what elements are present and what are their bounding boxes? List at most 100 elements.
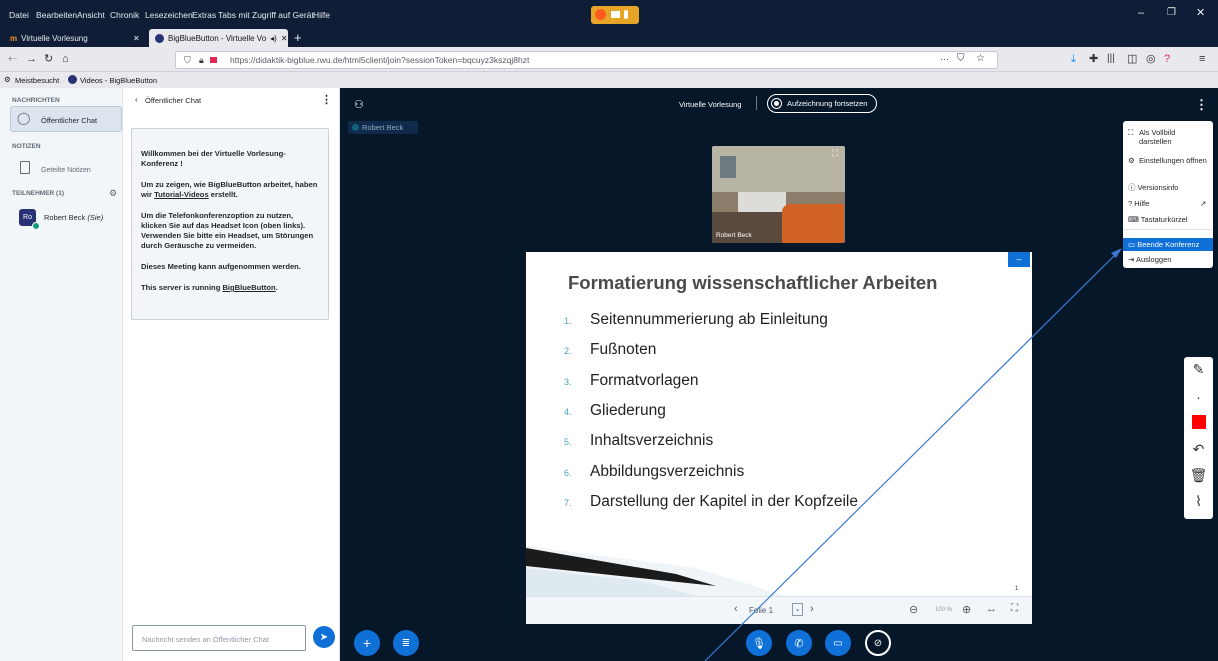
microphone-button[interactable]: 🎙︎ xyxy=(746,630,772,656)
recording-button[interactable]: Aufzeichnung fortsetzen xyxy=(767,94,877,113)
minimize-icon[interactable]: – xyxy=(1138,7,1144,19)
hamburger-menu-icon[interactable]: ≡ xyxy=(1199,52,1205,66)
account-icon[interactable]: ◎ xyxy=(1146,52,1156,66)
back-icon[interactable]: ⇠ xyxy=(8,52,17,66)
chat-title[interactable]: Öffentlicher Chat xyxy=(145,96,201,105)
bookmark-videos[interactable]: Videos - BigBlueButton xyxy=(80,76,157,85)
restore-icon[interactable]: ❐ xyxy=(1167,7,1176,18)
user-item[interactable]: Ro Robert Beck (Sie) xyxy=(10,206,122,234)
end-meeting-menu-item[interactable]: ▭ Beende Konferenz xyxy=(1123,238,1213,251)
minimize-presentation-button[interactable]: – xyxy=(1008,252,1030,267)
forward-icon[interactable]: → xyxy=(26,52,37,66)
logout-menu-item[interactable]: ⇥ Ausloggen xyxy=(1123,255,1213,264)
actions-button[interactable]: + xyxy=(354,630,380,656)
participants-settings-gear-icon[interactable]: ⚙ xyxy=(109,188,117,199)
download-icon[interactable]: ⤓ xyxy=(1071,52,1076,66)
chat-message-input[interactable]: Nachricht senden an Öffentlicher Chat xyxy=(132,625,306,651)
tab-close-icon[interactable]: ✕ xyxy=(133,34,140,43)
pocket-icon[interactable]: ⛉ xyxy=(957,53,965,64)
screen-share-button[interactable]: ⊘ xyxy=(865,630,891,656)
chevron-left-icon[interactable]: ‹ xyxy=(135,95,138,104)
shared-notes-item[interactable]: Geteilte Notizen xyxy=(10,160,122,182)
menu-datei[interactable]: Datei xyxy=(9,10,29,20)
slide-decoration xyxy=(526,546,786,596)
presentation-slide[interactable]: Formatierung wissenschaftlicher Arbeiten… xyxy=(526,252,1032,596)
list-icon: ≣ xyxy=(401,637,411,649)
talking-indicator[interactable]: Robert Beck xyxy=(348,121,418,134)
menu-hilfe[interactable]: Hilfe xyxy=(313,10,330,20)
chat-icon: ◯ xyxy=(17,111,31,125)
messages-header: NACHRICHTEN xyxy=(12,97,60,104)
menu-tabs-access[interactable]: Tabs mit Zugriff auf Gerät xyxy=(218,10,314,20)
public-chat-item[interactable]: ◯ Öffentlicher Chat xyxy=(10,106,122,132)
menu-extras[interactable]: Extras xyxy=(192,10,216,20)
welcome-text: Willkommen bei der xyxy=(141,149,215,158)
slide-item-5: 5. Inhaltsverzeichnis xyxy=(564,432,713,450)
sidebar-icon[interactable]: ◫ xyxy=(1127,52,1137,66)
speaker-icon[interactable]: ◂) xyxy=(270,34,277,43)
webcam-button[interactable]: ▭ xyxy=(825,630,851,656)
slide-selector[interactable]: Folie 1 xyxy=(749,606,773,615)
close-window-icon[interactable]: ✕ xyxy=(1196,6,1205,19)
new-tab-icon[interactable]: + xyxy=(294,30,302,45)
end-meeting-icon: ▭ xyxy=(1128,240,1136,249)
pencil-icon[interactable]: ✎ xyxy=(1184,361,1213,378)
participants-header: TEILNEHMER (1) xyxy=(12,190,64,197)
webcam-video[interactable]: ⛶ Robert Beck xyxy=(712,146,845,243)
addon-help-icon[interactable]: ? xyxy=(1164,52,1170,66)
menu-ansicht[interactable]: Ansicht xyxy=(77,10,105,20)
item-number: 7. xyxy=(564,498,572,508)
send-message-button[interactable]: ➤ xyxy=(313,626,335,648)
chevron-down-icon[interactable]: ⌄ xyxy=(792,603,803,616)
url-bar[interactable]: ⛉ 🔒︎ https://didaktik-bigblue.rwu.de/htm… xyxy=(175,51,998,69)
zoom-in-icon[interactable]: ⊕ xyxy=(962,603,971,616)
trash-icon[interactable]: 🗑︎ xyxy=(1184,467,1213,484)
tutorial-videos-link[interactable]: Tutorial-Videos xyxy=(154,190,209,199)
fullscreen-icon[interactable]: ⛶ xyxy=(832,148,838,159)
audio-button[interactable]: ✆ xyxy=(786,630,812,656)
chat-options-icon[interactable]: ⋮ xyxy=(321,93,332,106)
bookmark-star-icon[interactable]: ☆ xyxy=(976,53,985,64)
tab-bigbluebutton[interactable]: BigBlueButton - Virtuelle Vo ◂) ✕ xyxy=(149,29,288,47)
fullscreen-presentation-icon[interactable]: ⛶ xyxy=(1011,603,1018,614)
zoom-out-icon[interactable]: ⊖ xyxy=(909,603,918,616)
tab-close-icon[interactable]: ✕ xyxy=(281,34,288,43)
page-actions-icon[interactable]: ··· xyxy=(940,54,949,64)
item-text: Gliederung xyxy=(590,402,666,419)
video-window xyxy=(720,156,736,178)
thickness-icon[interactable]: · xyxy=(1184,389,1213,405)
tab-virtuelle-vorlesung[interactable]: m Virtuelle Vorlesung ✕ xyxy=(4,29,144,47)
fullscreen-menu-item[interactable]: ⛶ Als Vollbild darstellen xyxy=(1123,128,1213,146)
extensions-icon[interactable]: ✚ xyxy=(1089,52,1098,66)
notes-icon xyxy=(20,161,30,174)
color-picker[interactable] xyxy=(1184,415,1213,432)
sharing-indicator[interactable] xyxy=(591,6,639,24)
shortcuts-menu-item[interactable]: ⌨ Tastaturkürzel xyxy=(1123,215,1213,224)
fit-width-icon[interactable]: ↔ xyxy=(986,603,997,615)
multi-user-whiteboard-icon[interactable]: ⌇ xyxy=(1184,493,1213,510)
slide-title: Formatierung wissenschaftlicher Arbeiten xyxy=(568,272,938,293)
slide-item-1: 1. Seitennummerierung ab Einleitung xyxy=(564,311,828,329)
bookmark-meistbesucht[interactable]: Meistbesucht xyxy=(15,76,59,85)
menu-lesezeichen[interactable]: Lesezeichen xyxy=(145,10,193,20)
home-icon[interactable]: ⌂ xyxy=(62,52,69,66)
user-icon[interactable]: ⚇ xyxy=(354,98,364,111)
options-menu-icon[interactable]: ⋮ xyxy=(1195,97,1208,113)
polls-button[interactable]: ≣ xyxy=(393,630,419,656)
meeting-title: Virtuelle Vorlesung xyxy=(679,100,742,109)
menu-chronik[interactable]: Chronik xyxy=(110,10,139,20)
help-menu-item[interactable]: ? Hilfe ↗ xyxy=(1123,199,1213,208)
reload-icon[interactable]: ↻ xyxy=(44,52,53,66)
settings-menu-item[interactable]: ⚙ Einstellungen öffnen xyxy=(1123,156,1213,165)
previous-slide-icon[interactable]: ‹ xyxy=(734,603,738,615)
bigbluebutton-link[interactable]: BigBlueButton xyxy=(222,283,275,292)
next-slide-icon[interactable]: › xyxy=(810,603,814,615)
undo-icon[interactable]: ↶ xyxy=(1184,441,1213,458)
item-number: 2. xyxy=(564,346,572,356)
menu-item-label: Tastaturkürzel xyxy=(1140,215,1188,224)
menu-bearbeiten[interactable]: Bearbeiten xyxy=(36,10,77,20)
slide-item-4: 4. Gliederung xyxy=(564,402,666,420)
library-icon[interactable]: ||| xyxy=(1107,52,1115,66)
browser-menubar: Datei Bearbeiten Ansicht Chronik Lesezei… xyxy=(0,0,1218,29)
version-menu-item[interactable]: ⓘ Versionsinfo xyxy=(1123,183,1213,192)
